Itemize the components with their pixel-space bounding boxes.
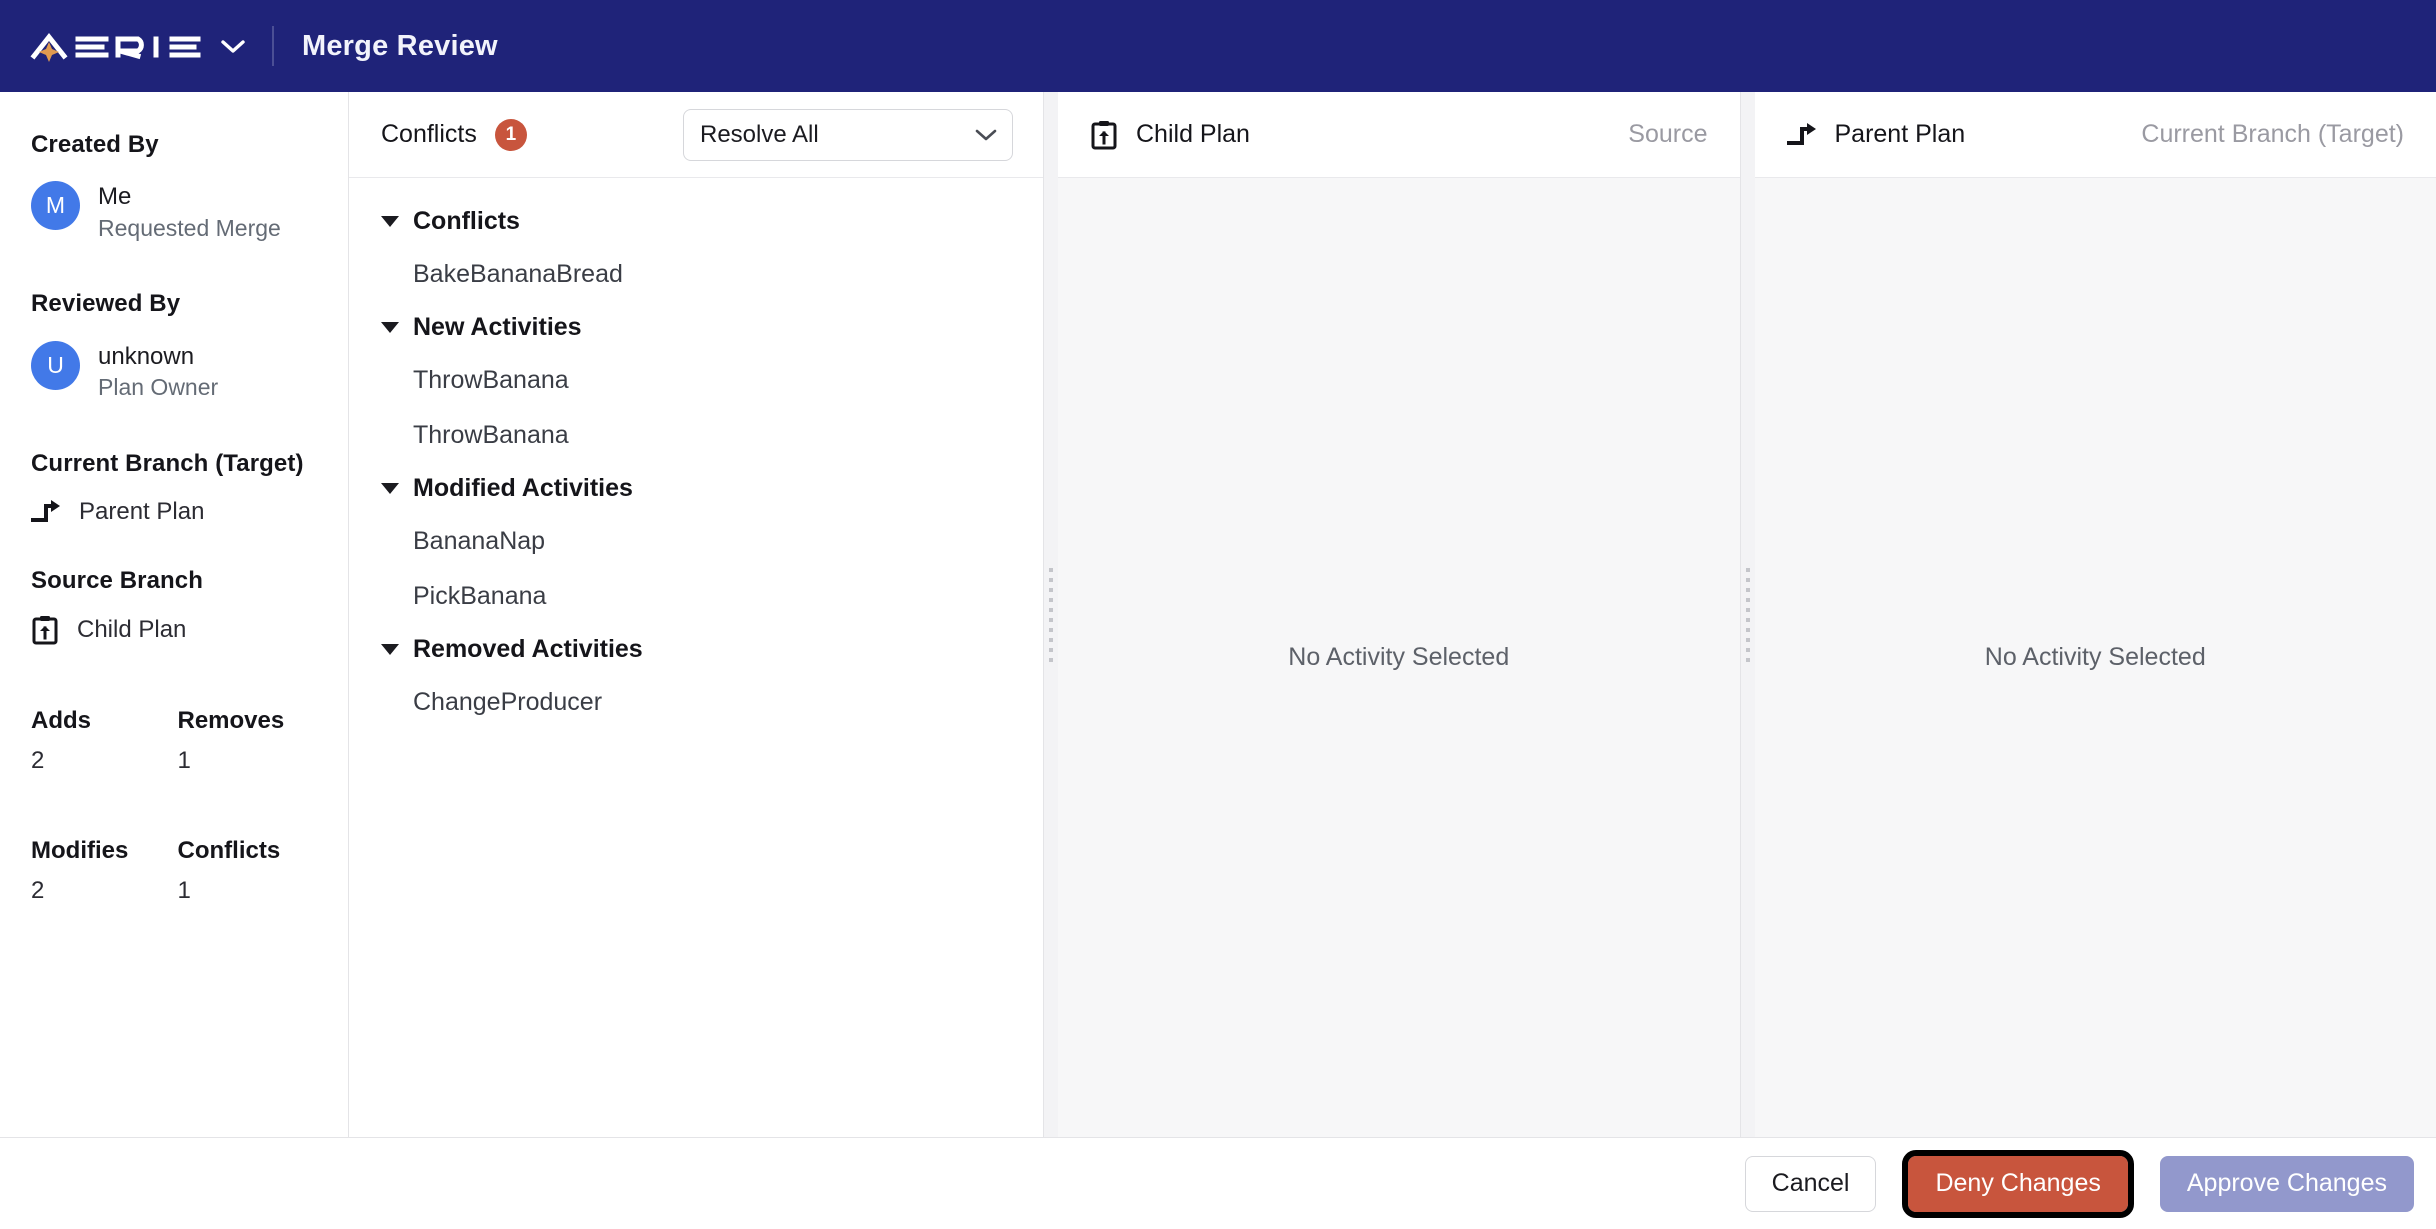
merge-review-app: Merge Review Created By M Me Requested M… bbox=[0, 0, 2436, 1229]
caret-down-icon bbox=[381, 216, 399, 227]
caret-down-icon bbox=[381, 322, 399, 333]
branch-arrow-icon bbox=[1786, 122, 1816, 145]
stat-key-conflicts: Conflicts bbox=[177, 837, 281, 865]
aerie-logo-menu[interactable] bbox=[30, 29, 246, 63]
source-branch-row[interactable]: Child Plan bbox=[31, 615, 314, 645]
current-branch-label: Current Branch (Target) bbox=[31, 449, 304, 477]
empty-state-text: No Activity Selected bbox=[1288, 643, 1510, 671]
tree-group-label: Conflicts bbox=[413, 207, 520, 235]
source-branch-name: Child Plan bbox=[77, 616, 187, 644]
avatar: U bbox=[31, 340, 80, 390]
tree-group-new-activities[interactable]: New Activities bbox=[349, 302, 1043, 353]
clipboard-upload-icon bbox=[32, 616, 58, 645]
stat-value-adds: 2 bbox=[31, 747, 45, 775]
stat-key-modifies: Modifies bbox=[31, 837, 129, 865]
reviewed-by-role: Plan Owner bbox=[98, 374, 219, 401]
reviewed-by-person: U unknown Plan Owner bbox=[31, 340, 314, 403]
tree-group-modified-activities[interactable]: Modified Activities bbox=[349, 463, 1043, 514]
tree-group-conflicts[interactable]: Conflicts bbox=[349, 196, 1043, 247]
topbar-divider bbox=[272, 26, 274, 66]
branch-arrow-icon bbox=[31, 499, 60, 522]
merge-info-sidebar: Created By M Me Requested Merge Reviewed… bbox=[0, 92, 349, 1137]
conflicts-panel: Conflicts 1 Resolve All Resolve All Sour… bbox=[349, 92, 1044, 1137]
list-item[interactable]: ThrowBanana bbox=[349, 408, 1043, 463]
source-branch-label: Source Branch bbox=[31, 566, 204, 594]
pane-splitter-right[interactable] bbox=[1740, 92, 1755, 1137]
stat-key-removes: Removes bbox=[177, 707, 285, 735]
caret-down-icon bbox=[381, 483, 399, 494]
chevron-down-icon bbox=[221, 40, 245, 53]
body-row: Created By M Me Requested Merge Reviewed… bbox=[0, 92, 2436, 1137]
drag-handle-icon bbox=[1049, 567, 1053, 662]
conflicts-tree: Conflicts BakeBananaBread New Activities… bbox=[349, 178, 1043, 1137]
child-plan-subtitle: Source bbox=[1628, 120, 1708, 148]
approve-changes-button[interactable]: Approve Changes bbox=[2159, 1155, 2414, 1212]
child-plan-panel: Child Plan Source No Activity Selected bbox=[1058, 92, 1741, 1137]
empty-state-text: No Activity Selected bbox=[1984, 643, 2206, 671]
resolve-all-select[interactable]: Resolve All Resolve All Source Resolve A… bbox=[683, 108, 1013, 161]
conflicts-count-badge: 1 bbox=[494, 118, 527, 151]
reviewed-by-name: unknown bbox=[98, 342, 195, 370]
conflicts-title: Conflicts bbox=[381, 120, 477, 148]
conflicts-header: Conflicts 1 Resolve All Resolve All Sour… bbox=[349, 92, 1043, 178]
child-plan-title: Child Plan bbox=[1136, 120, 1250, 148]
child-plan-header: Child Plan Source bbox=[1058, 92, 1740, 178]
parent-plan-title: Parent Plan bbox=[1834, 120, 1966, 148]
list-item[interactable]: BakeBananaBread bbox=[349, 247, 1043, 302]
page-title: Merge Review bbox=[302, 29, 498, 62]
caret-down-icon bbox=[381, 644, 399, 655]
tree-group-label: New Activities bbox=[413, 313, 582, 341]
list-item[interactable]: BananaNap bbox=[349, 514, 1043, 569]
stat-value-removes: 1 bbox=[177, 747, 191, 775]
created-by-role: Requested Merge bbox=[98, 214, 281, 241]
current-branch-name: Parent Plan bbox=[79, 497, 205, 525]
action-footer: Cancel Deny Changes Approve Changes bbox=[0, 1137, 2436, 1229]
reviewed-by-label: Reviewed By bbox=[31, 290, 181, 318]
tree-group-label: Modified Activities bbox=[413, 474, 633, 502]
stat-value-modifies: 2 bbox=[31, 877, 45, 905]
deny-changes-button[interactable]: Deny Changes bbox=[1902, 1149, 2134, 1218]
parent-plan-panel: Parent Plan Current Branch (Target) No A… bbox=[1754, 92, 2436, 1137]
aerie-logo bbox=[30, 32, 201, 62]
created-by-person: M Me Requested Merge bbox=[31, 181, 314, 243]
parent-plan-body: No Activity Selected bbox=[1754, 178, 2436, 1137]
clipboard-upload-icon bbox=[1091, 120, 1117, 149]
parent-plan-subtitle: Current Branch (Target) bbox=[2141, 120, 2404, 148]
merge-stats: Adds Removes 2 1 bbox=[31, 707, 314, 775]
top-bar: Merge Review bbox=[0, 0, 2436, 92]
stat-key-adds: Adds bbox=[31, 707, 91, 735]
cancel-button[interactable]: Cancel bbox=[1744, 1155, 1877, 1212]
pane-splitter-left[interactable] bbox=[1044, 92, 1058, 1137]
child-plan-body: No Activity Selected bbox=[1058, 178, 1740, 1137]
list-item[interactable]: ThrowBanana bbox=[349, 353, 1043, 408]
tree-group-label: Removed Activities bbox=[413, 635, 643, 663]
avatar: M bbox=[31, 181, 80, 231]
merge-stats-secondary: Modifies Conflicts 2 1 bbox=[31, 837, 314, 905]
list-item[interactable]: ChangeProducer bbox=[349, 675, 1043, 730]
drag-handle-icon bbox=[1745, 567, 1750, 662]
tree-group-removed-activities[interactable]: Removed Activities bbox=[349, 624, 1043, 675]
current-branch-row[interactable]: Parent Plan bbox=[31, 498, 314, 526]
stat-value-conflicts: 1 bbox=[177, 877, 191, 905]
list-item[interactable]: PickBanana bbox=[349, 569, 1043, 624]
created-by-label: Created By bbox=[31, 131, 159, 158]
parent-plan-header: Parent Plan Current Branch (Target) bbox=[1754, 92, 2436, 178]
created-by-name: Me bbox=[98, 183, 132, 211]
